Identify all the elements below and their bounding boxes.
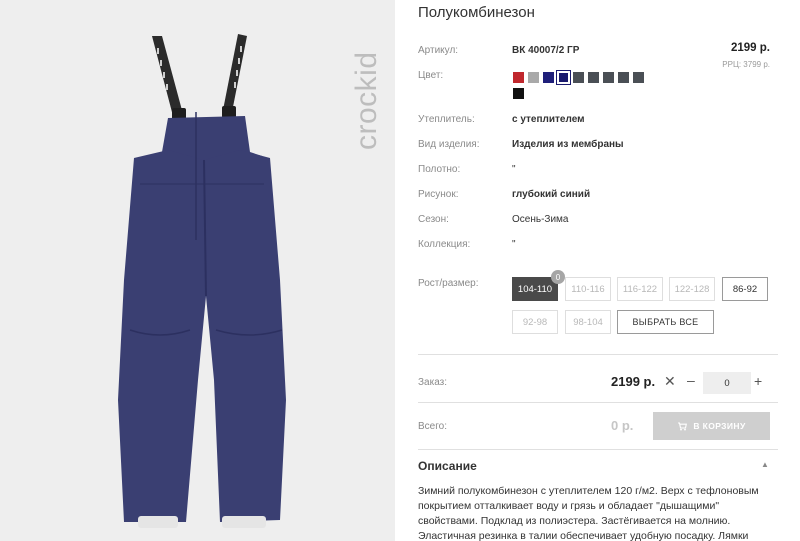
add-to-cart-label: В КОРЗИНУ [693, 421, 746, 431]
color-swatch[interactable] [603, 72, 614, 83]
color-swatch[interactable] [588, 72, 599, 83]
size-option[interactable]: 110-116 [565, 277, 611, 301]
attr-value: " [512, 164, 516, 175]
attr-value: глубокий синий [512, 189, 591, 200]
attr-label: Рисунок: [418, 189, 459, 200]
size-label: 116-122 [622, 283, 658, 295]
attr-label: Сезон: [418, 214, 449, 225]
product-price: 2199 р. [731, 42, 770, 54]
color-swatch[interactable] [543, 72, 554, 83]
rrp-price: РРЦ: 3799 р. [722, 60, 770, 69]
size-label: 104-110 [517, 283, 553, 295]
total-label: Всего: [418, 421, 447, 432]
description-heading[interactable]: Описание [418, 459, 477, 473]
quantity-input[interactable]: 0 [703, 372, 751, 394]
color-swatch[interactable] [633, 72, 644, 83]
color-swatch[interactable] [513, 88, 524, 99]
attr-label: Вид изделия: [418, 139, 480, 150]
attr-label: Утеплитель: [418, 114, 475, 125]
size-option[interactable]: 92-98 [512, 310, 558, 334]
attr-value: с утеплителем [512, 114, 585, 125]
attr-value: Изделия из мембраны [512, 139, 624, 150]
select-all-sizes-button[interactable]: ВЫБРАТЬ ВСЕ [617, 310, 714, 334]
size-label: 110-116 [571, 283, 605, 295]
attr-value: ВК 40007/2 ГР [512, 45, 580, 56]
size-label: 86-92 [732, 283, 758, 295]
size-count-badge: 0 [551, 270, 565, 284]
size-option[interactable]: 98-104 [565, 310, 611, 334]
size-label: 92-98 [522, 316, 548, 328]
attr-label: Рост/размер: [418, 278, 479, 289]
product-photo [118, 34, 286, 528]
product-title: Полукомбинезон [418, 4, 535, 21]
brand-logo-text: crockid [350, 51, 383, 150]
order-label: Заказ: [418, 377, 448, 388]
color-swatch[interactable] [556, 70, 571, 85]
divider [418, 354, 778, 355]
chevron-up-icon[interactable]: ▲ [761, 460, 769, 469]
attr-value: Осень-Зима [512, 214, 569, 225]
color-swatch[interactable] [528, 72, 539, 83]
add-to-cart-button[interactable]: В КОРЗИНУ [653, 412, 770, 440]
size-label: 122-128 [674, 283, 710, 295]
divider [418, 449, 778, 450]
size-option[interactable]: 116-122 [617, 277, 663, 301]
total-value: 0 р. [611, 418, 634, 433]
increase-quantity-button[interactable]: + [754, 373, 762, 389]
remove-icon[interactable]: ✕ [664, 373, 676, 390]
brand-logo: crockid [344, 28, 384, 168]
attr-label: Коллекция: [418, 239, 471, 250]
color-swatch[interactable] [618, 72, 629, 83]
description-text: Зимний полукомбинезон с утеплителем 120 … [418, 485, 759, 541]
product-info: Полукомбинезон 2199 р. РРЦ: 3799 р. Арти… [418, 0, 778, 541]
size-option[interactable]: 86-92 [722, 277, 768, 301]
decrease-quantity-button[interactable]: – [687, 372, 695, 388]
size-option[interactable]: 122-128 [669, 277, 715, 301]
attr-value: " [512, 239, 516, 250]
divider [418, 402, 778, 403]
cart-icon [678, 422, 688, 431]
size-label: 98-104 [573, 316, 603, 328]
order-price: 2199 р. [611, 374, 656, 389]
color-swatch[interactable] [573, 72, 584, 83]
attr-label: Артикул: [418, 45, 459, 56]
attr-label: Полотно: [418, 164, 461, 175]
select-all-label: ВЫБРАТЬ ВСЕ [632, 317, 699, 327]
product-image-panel[interactable]: crockid [0, 0, 395, 541]
attr-label: Цвет: [418, 70, 444, 81]
color-swatch[interactable] [513, 72, 524, 83]
